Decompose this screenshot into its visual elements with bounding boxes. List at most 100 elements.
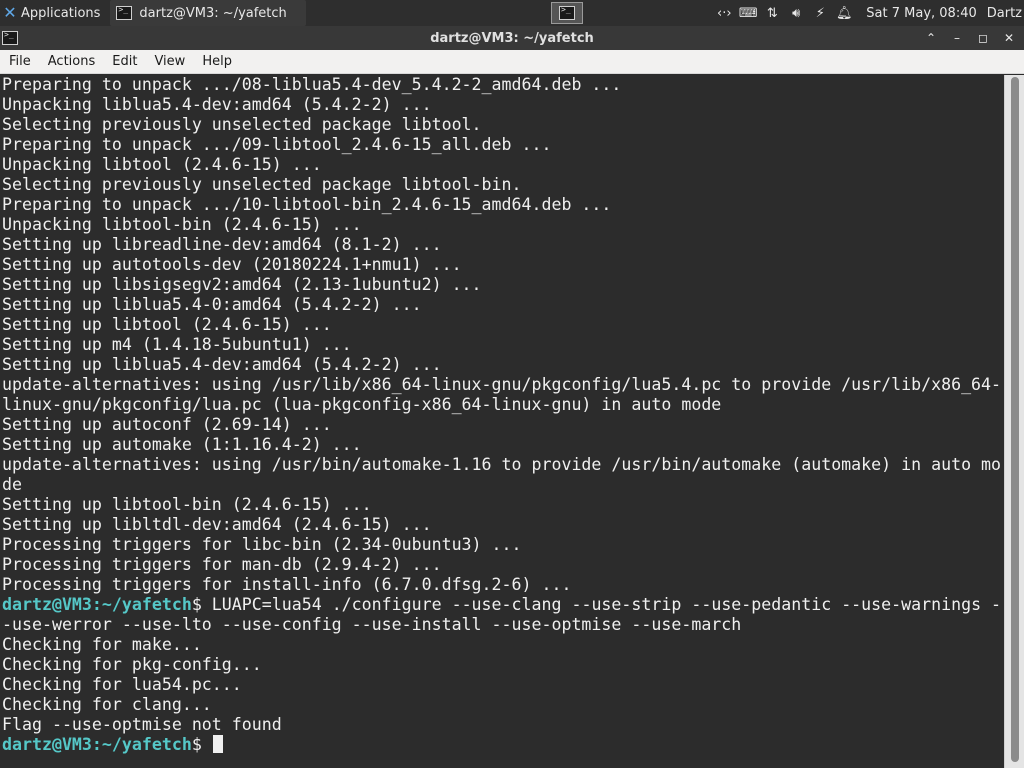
terminal-icon <box>559 5 575 20</box>
terminal-line-text: update-alternatives: using /usr/lib/x86_… <box>2 375 1002 394</box>
terminal-line: Selecting previously unselected package … <box>2 115 1004 135</box>
terminal-line-text: -use-werror --use-lto --use-config --use… <box>2 615 742 634</box>
terminal-line-text: Setting up m4 (1.4.18-5ubuntu1) ... <box>2 335 352 354</box>
notification-bell-icon[interactable]: 🔔︎ <box>832 0 856 26</box>
terminal-line: Setting up libreadline-dev:amd64 (8.1-2)… <box>2 235 1004 255</box>
code-icon[interactable]: ‹·› <box>712 0 736 26</box>
shade-icon[interactable]: ⌃ <box>924 31 938 45</box>
terminal-line: Setting up m4 (1.4.18-5ubuntu1) ... <box>2 335 1004 355</box>
terminal-line-text: Processing triggers for install-info (6.… <box>2 575 572 594</box>
menu-actions[interactable]: Actions <box>39 54 104 69</box>
terminal-line-text: Setting up liblua5.4-0:amd64 (5.4.2-2) .… <box>2 295 422 314</box>
terminal-line: Processing triggers for libc-bin (2.34-0… <box>2 535 1004 555</box>
terminal-line: Setting up autotools-dev (20180224.1+nmu… <box>2 255 1004 275</box>
terminal-line: Processing triggers for install-info (6.… <box>2 575 1004 595</box>
terminal-line: Processing triggers for man-db (2.9.4-2)… <box>2 555 1004 575</box>
terminal-lines: Preparing to unpack .../08-liblua5.4-dev… <box>2 75 1004 755</box>
shell-prompt: dartz@VM3:~/yafetch <box>2 735 192 754</box>
terminal-line-text: Setting up autotools-dev (20180224.1+nmu… <box>2 255 462 274</box>
terminal-prompt-line: dartz@VM3:~/yafetch$ LUAPC=lua54 ./confi… <box>2 595 1004 615</box>
minimize-icon[interactable]: – <box>950 31 964 45</box>
terminal-line-text: Setting up libltdl-dev:amd64 (2.4.6-15) … <box>2 515 432 534</box>
taskbar-item-label: dartz@VM3: ~/yafetch <box>139 5 287 21</box>
power-icon[interactable]: ⚡ <box>808 0 832 26</box>
window-terminal-icon[interactable] <box>2 30 18 45</box>
terminal-line-text: Setting up autoconf (2.69-14) ... <box>2 415 332 434</box>
system-tray: ‹·› ⌨ ⇅ 🔊︎ ⚡ 🔔︎ Sat 7 May, 08:40 Dartz <box>712 0 1024 26</box>
terminal-line-text: Setting up automake (1:1.16.4-2) ... <box>2 435 362 454</box>
terminal-line-text: Unpacking liblua5.4-dev:amd64 (5.4.2-2) … <box>2 95 432 114</box>
terminal-line: Unpacking liblua5.4-dev:amd64 (5.4.2-2) … <box>2 95 1004 115</box>
terminal-line-text: Checking for lua54.pc... <box>2 675 242 694</box>
terminal-line: Preparing to unpack .../08-liblua5.4-dev… <box>2 75 1004 95</box>
applications-menu-button[interactable]: ✕ Applications <box>0 0 106 26</box>
terminal-line: Preparing to unpack .../10-libtool-bin_2… <box>2 195 1004 215</box>
menu-file[interactable]: File <box>0 54 39 69</box>
terminal-line: Setting up libtool-bin (2.4.6-15) ... <box>2 495 1004 515</box>
terminal-line-text: Processing triggers for man-db (2.9.4-2)… <box>2 555 442 574</box>
maximize-icon[interactable]: ◻ <box>976 31 990 45</box>
terminal-line-text: update-alternatives: using /usr/bin/auto… <box>2 455 1002 474</box>
terminal-line-text: Checking for make... <box>2 635 202 654</box>
terminal-line-text: Checking for clang... <box>2 695 212 714</box>
window-titlebar[interactable]: dartz@VM3: ~/yafetch ⌃ – ◻ ✕ <box>0 26 1024 50</box>
vertical-scrollbar[interactable] <box>1004 75 1024 768</box>
terminal-line: Setting up autoconf (2.69-14) ... <box>2 415 1004 435</box>
terminal-line-text: Setting up liblua5.4-dev:amd64 (5.4.2-2)… <box>2 355 442 374</box>
terminal-line-text: Setting up libsigsegv2:amd64 (2.13-1ubun… <box>2 275 482 294</box>
taskbar-item-terminal[interactable]: dartz@VM3: ~/yafetch <box>110 0 307 26</box>
terminal-line: -use-werror --use-lto --use-config --use… <box>2 615 1004 635</box>
terminal-line: Setting up liblua5.4-dev:amd64 (5.4.2-2)… <box>2 355 1004 375</box>
terminal-line: Checking for clang... <box>2 695 1004 715</box>
terminal-output[interactable]: Preparing to unpack .../08-liblua5.4-dev… <box>0 75 1004 768</box>
window-controls: ⌃ – ◻ ✕ <box>924 26 1016 50</box>
terminal-line-text: de <box>2 475 22 494</box>
scrollbar-thumb[interactable] <box>1011 77 1019 762</box>
terminal-line-text: Unpacking libtool (2.4.6-15) ... <box>2 155 322 174</box>
menubar: File Actions Edit View Help <box>0 50 1024 74</box>
clock[interactable]: Sat 7 May, 08:40 <box>866 6 976 21</box>
terminal-line-text: Selecting previously unselected package … <box>2 175 522 194</box>
terminal-line-text: Selecting previously unselected package … <box>2 115 482 134</box>
terminal-line: Preparing to unpack .../09-libtool_2.4.6… <box>2 135 1004 155</box>
terminal-line: Setting up libsigsegv2:amd64 (2.13-1ubun… <box>2 275 1004 295</box>
terminal-line: Checking for make... <box>2 635 1004 655</box>
volume-icon[interactable]: 🔊︎ <box>784 0 808 26</box>
terminal-line: Checking for lua54.pc... <box>2 675 1004 695</box>
terminal-line: Setting up libtool (2.4.6-15) ... <box>2 315 1004 335</box>
terminal-line-text: Unpacking libtool-bin (2.4.6-15) ... <box>2 215 362 234</box>
text-cursor <box>212 735 223 753</box>
terminal-line-text: $ LUAPC=lua54 ./configure --use-clang --… <box>191 595 1002 614</box>
terminal-line-text: Preparing to unpack .../10-libtool-bin_2… <box>2 195 612 214</box>
terminal-prompt-line: dartz@VM3:~/yafetch$ <box>2 735 1004 755</box>
terminal-line-text: Setting up libtool-bin (2.4.6-15) ... <box>2 495 372 514</box>
terminal-line: Unpacking libtool (2.4.6-15) ... <box>2 155 1004 175</box>
terminal-line-text: $ <box>191 735 212 754</box>
user-menu[interactable]: Dartz <box>987 6 1022 21</box>
menu-edit[interactable]: Edit <box>103 54 145 69</box>
workspace-switcher[interactable] <box>551 2 583 24</box>
terminal-icon <box>116 5 133 20</box>
terminal-line-text: Processing triggers for libc-bin (2.34-0… <box>2 535 522 554</box>
terminal-line: Setting up automake (1:1.16.4-2) ... <box>2 435 1004 455</box>
terminal-line: Setting up libltdl-dev:amd64 (2.4.6-15) … <box>2 515 1004 535</box>
terminal-line-text: Checking for pkg-config... <box>2 655 262 674</box>
terminal-line: linux-gnu/pkgconfig/lua.pc (lua-pkgconfi… <box>2 395 1004 415</box>
terminal-line-text: Preparing to unpack .../09-libtool_2.4.6… <box>2 135 552 154</box>
top-panel: ✕ Applications dartz@VM3: ~/yafetch ‹·› … <box>0 0 1024 26</box>
network-icon[interactable]: ⇅ <box>760 0 784 26</box>
terminal-line: de <box>2 475 1004 495</box>
keyboard-icon[interactable]: ⌨ <box>736 0 760 26</box>
xfce-logo-icon: ✕ <box>3 3 17 22</box>
terminal-line-text: Preparing to unpack .../08-liblua5.4-dev… <box>2 75 622 94</box>
terminal-line-text: Setting up libtool (2.4.6-15) ... <box>2 315 332 334</box>
terminal-line: Flag --use-optmise not found <box>2 715 1004 735</box>
menu-help[interactable]: Help <box>193 54 240 69</box>
window-title: dartz@VM3: ~/yafetch <box>430 30 594 46</box>
close-icon[interactable]: ✕ <box>1002 31 1016 45</box>
applications-label: Applications <box>21 5 101 21</box>
terminal-line: Checking for pkg-config... <box>2 655 1004 675</box>
terminal-line-text: linux-gnu/pkgconfig/lua.pc (lua-pkgconfi… <box>2 395 722 414</box>
menu-view[interactable]: View <box>145 54 193 69</box>
terminal-line: Setting up liblua5.4-0:amd64 (5.4.2-2) .… <box>2 295 1004 315</box>
